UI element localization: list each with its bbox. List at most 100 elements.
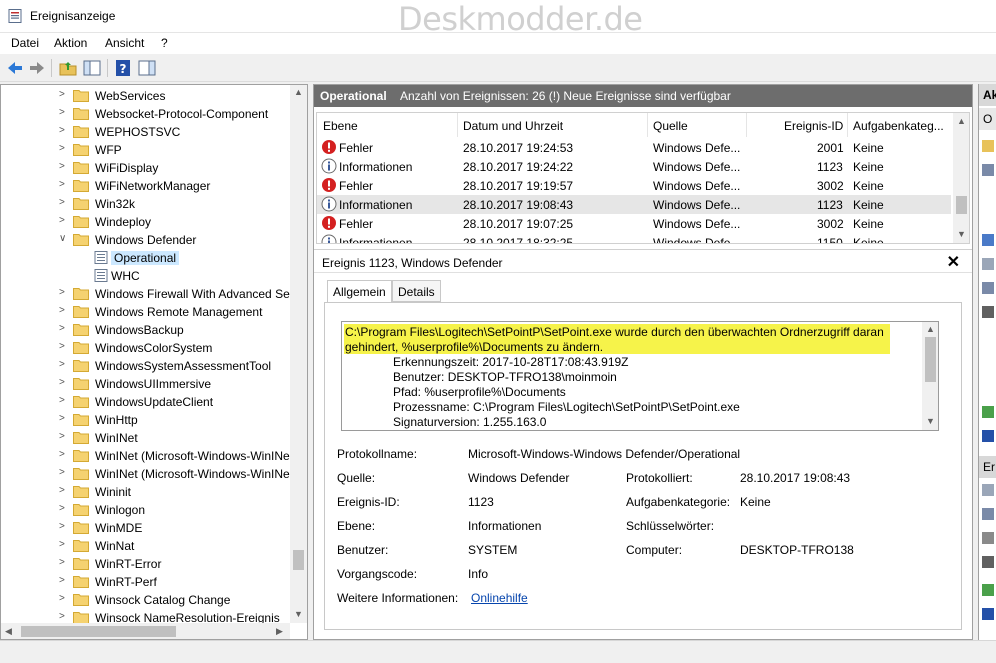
save-icon[interactable]	[982, 306, 994, 318]
column-separator[interactable]	[746, 113, 747, 137]
refresh-icon[interactable]	[982, 584, 994, 596]
scroll-down-icon[interactable]: ▼	[926, 416, 935, 426]
tree-item[interactable]: > Win32k	[1, 195, 290, 213]
filter-icon[interactable]	[982, 234, 994, 246]
tree-item[interactable]: > WebServices	[1, 87, 290, 105]
tree-scroll-thumb[interactable]	[293, 550, 304, 570]
tree-item[interactable]: > WinNat	[1, 537, 290, 555]
event-row[interactable]: Informationen 28.10.2017 19:08:43 Windows …	[317, 195, 951, 214]
tree-item[interactable]: > Winlogon	[1, 501, 290, 519]
chevron-right-icon[interactable]: >	[59, 161, 71, 175]
tree-item[interactable]: > Windows Firewall With Advanced Sec	[1, 285, 296, 303]
tree-item[interactable]: Operational	[1, 249, 290, 267]
event-row[interactable]: Informationen 28.10.2017 18:32:25 Windows …	[317, 233, 951, 243]
tree-item[interactable]: > WFP	[1, 141, 290, 159]
actions-section-operational[interactable]: O	[979, 108, 996, 130]
chevron-right-icon[interactable]: >	[59, 215, 71, 229]
column-separator[interactable]	[647, 113, 648, 137]
chevron-right-icon[interactable]: >	[59, 593, 71, 607]
chevron-right-icon[interactable]: >	[59, 395, 71, 409]
scroll-up-icon[interactable]: ▲	[926, 324, 935, 334]
column-header-aufgabenkategorie[interactable]: Aufgabenkateg...	[853, 119, 944, 133]
chevron-right-icon[interactable]: >	[59, 89, 71, 103]
chevron-right-icon[interactable]: >	[59, 341, 71, 355]
menu-ansicht[interactable]: Ansicht	[105, 36, 144, 50]
tree-item[interactable]: > WindowsColorSystem	[1, 339, 290, 357]
scroll-down-icon[interactable]: ▼	[294, 609, 303, 619]
tab-allgemein[interactable]: Allgemein	[327, 280, 392, 303]
scroll-right-icon[interactable]: ▶	[276, 626, 283, 637]
tree-item[interactable]: > Winsock Catalog Change	[1, 591, 290, 609]
chevron-right-icon[interactable]: >	[59, 305, 71, 319]
chevron-right-icon[interactable]: >	[59, 359, 71, 373]
chevron-right-icon[interactable]: >	[59, 377, 71, 391]
copy-icon[interactable]	[982, 532, 994, 544]
tree-item[interactable]: > WinINet (Microsoft-Windows-WinINe	[1, 465, 290, 483]
column-header-ereignis-id[interactable]: Ereignis-ID	[784, 119, 843, 133]
chevron-right-icon[interactable]: >	[59, 323, 71, 337]
close-icon[interactable]: ✕	[947, 252, 960, 272]
folder-up-icon[interactable]	[58, 58, 78, 78]
tree-vertical-scrollbar[interactable]: ▲ ▼	[290, 85, 307, 623]
grid-vertical-scrollbar[interactable]: ▲ ▼	[953, 113, 969, 243]
tree-item[interactable]: > WinINet	[1, 429, 290, 447]
attach-task-icon[interactable]	[982, 508, 994, 520]
tree-item[interactable]: > WEPHOSTSVC	[1, 123, 290, 141]
tree-item[interactable]: ∨ Windows Defender	[1, 231, 290, 249]
chevron-right-icon[interactable]: >	[59, 485, 71, 499]
column-separator[interactable]	[457, 113, 458, 137]
chevron-right-icon[interactable]: >	[59, 125, 71, 139]
refresh-icon[interactable]	[982, 406, 994, 418]
column-header-ebene[interactable]: Ebene	[323, 119, 358, 133]
chevron-right-icon[interactable]: >	[59, 179, 71, 193]
chevron-right-icon[interactable]: >	[59, 503, 71, 517]
tree-item[interactable]: > Windeploy	[1, 213, 290, 231]
chevron-right-icon[interactable]: >	[59, 449, 71, 463]
tree-item[interactable]: > WinRT-Perf	[1, 573, 290, 591]
tree-horizontal-scrollbar[interactable]: ◀ ▶	[1, 623, 290, 639]
chevron-right-icon[interactable]: >	[59, 107, 71, 121]
event-row[interactable]: Fehler 28.10.2017 19:07:25 Windows Defe...…	[317, 214, 951, 233]
column-separator[interactable]	[847, 113, 848, 137]
show-hide-tree-icon[interactable]	[82, 58, 102, 78]
chevron-right-icon[interactable]: >	[59, 539, 71, 553]
tree-item[interactable]: > Websocket-Protocol-Component	[1, 105, 290, 123]
menu-help[interactable]: ?	[161, 36, 168, 50]
column-header-quelle[interactable]: Quelle	[653, 119, 688, 133]
actions-section-event[interactable]: Er	[979, 456, 996, 478]
tree-item[interactable]: > Wininit	[1, 483, 290, 501]
scroll-down-icon[interactable]: ▼	[957, 229, 966, 239]
tree-item[interactable]: > WinRT-Error	[1, 555, 290, 573]
tree-item[interactable]: > WindowsSystemAssessmentTool	[1, 357, 290, 375]
help-icon[interactable]: ?	[113, 58, 133, 78]
tree-item[interactable]: > WiFiDisplay	[1, 159, 290, 177]
back-arrow-icon[interactable]	[5, 58, 25, 78]
menu-aktion[interactable]: Aktion	[54, 36, 87, 50]
column-header-datum[interactable]: Datum und Uhrzeit	[463, 119, 563, 133]
tree-item[interactable]: > WinINet (Microsoft-Windows-WinINe	[1, 447, 290, 465]
tree-item[interactable]: > WindowsUpdateClient	[1, 393, 290, 411]
tree-item[interactable]: > WindowsBackup	[1, 321, 290, 339]
scroll-left-icon[interactable]: ◀	[5, 626, 12, 637]
onlinehilfe-link[interactable]: Onlinehilfe	[471, 591, 528, 605]
save-selected-icon[interactable]	[982, 556, 994, 568]
event-row[interactable]: Fehler 28.10.2017 19:24:53 Windows Defe...…	[317, 138, 951, 157]
chevron-right-icon[interactable]: >	[59, 575, 71, 589]
chevron-right-icon[interactable]: >	[59, 143, 71, 157]
scroll-up-icon[interactable]: ▲	[957, 116, 966, 126]
properties-icon[interactable]	[982, 258, 994, 270]
message-vertical-scrollbar[interactable]: ▲ ▼	[922, 322, 938, 430]
chevron-right-icon[interactable]: >	[59, 287, 71, 301]
grid-scroll-thumb[interactable]	[956, 196, 967, 214]
tree-item[interactable]: WHC	[1, 267, 290, 285]
tree-item[interactable]: > WinHttp	[1, 411, 290, 429]
help-icon[interactable]	[982, 430, 994, 442]
open-log-icon[interactable]	[982, 140, 994, 152]
tree-item[interactable]: > Windows Remote Management	[1, 303, 290, 321]
chevron-right-icon[interactable]: >	[59, 197, 71, 211]
chevron-right-icon[interactable]: >	[59, 521, 71, 535]
create-view-icon[interactable]	[982, 164, 994, 176]
event-row[interactable]: Fehler 28.10.2017 19:19:57 Windows Defe...…	[317, 176, 951, 195]
event-row[interactable]: Informationen 28.10.2017 19:24:22 Windows …	[317, 157, 951, 176]
scroll-up-icon[interactable]: ▲	[294, 87, 303, 97]
